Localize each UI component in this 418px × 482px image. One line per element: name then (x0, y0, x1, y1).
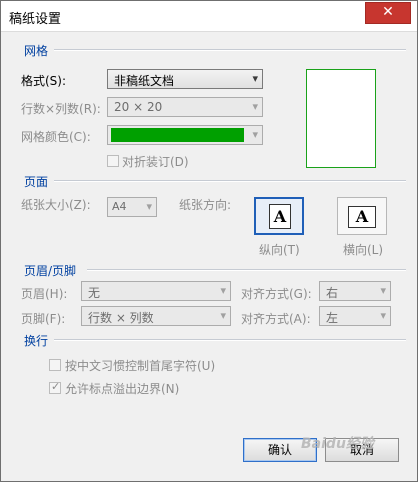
section-divider (54, 339, 406, 341)
landscape-paper-icon: A (348, 206, 376, 228)
header-align-value: 右 (326, 286, 339, 300)
header-value: 无 (88, 286, 101, 300)
format-label: 格式(S): (21, 74, 67, 88)
header-align-label: 对齐方式(G): (241, 287, 312, 301)
landscape-label: 横向(L) (343, 243, 384, 257)
section-line-break-title: 换行 (24, 334, 49, 348)
page-setup-dialog: 稿纸设置 ✕ 网格 格式(S): 非稿纸文档 ▾ 行数×列数(R): 20 × … (0, 0, 418, 482)
chevron-down-icon: ▾ (146, 200, 152, 213)
orientation-label: 纸张方向: (179, 198, 232, 212)
close-icon: ✕ (382, 4, 394, 20)
punctuation-overflow-label: 允许标点溢出边界(N) (65, 382, 180, 396)
portrait-label: 纵向(T) (259, 243, 300, 257)
footer-align-value: 左 (326, 311, 339, 325)
header-label: 页眉(H): (21, 287, 68, 301)
rows-cols-select[interactable]: 20 × 20 ▾ (107, 97, 263, 117)
grid-color-swatch (111, 128, 244, 142)
chevron-down-icon: ▾ (380, 284, 386, 297)
paper-size-label: 纸张大小(Z): (21, 198, 91, 212)
rows-cols-value: 20 × 20 (114, 100, 163, 114)
section-header-footer-title: 页眉/页脚 (24, 264, 77, 278)
footer-align-select[interactable]: 左 ▾ (319, 306, 391, 326)
grid-preview (306, 69, 376, 168)
landscape-button[interactable]: A (337, 197, 387, 235)
chevron-down-icon: ▾ (220, 284, 226, 297)
chevron-down-icon: ▾ (220, 309, 226, 322)
grid-color-label: 网格颜色(C): (21, 130, 91, 144)
footer-select[interactable]: 行数 × 列数 ▾ (81, 306, 231, 326)
section-divider (87, 269, 406, 271)
chevron-down-icon: ▾ (252, 100, 258, 113)
chevron-down-icon: ▾ (380, 309, 386, 322)
footer-label: 页脚(F): (21, 312, 66, 326)
paper-size-value: A4 (112, 200, 127, 213)
title-bar: 稿纸设置 ✕ (1, 1, 417, 32)
paper-size-select[interactable]: A4 ▾ (107, 197, 157, 217)
portrait-paper-icon: A (269, 204, 291, 229)
fold-binding-checkbox[interactable] (107, 155, 119, 167)
chinese-rules-checkbox[interactable] (49, 359, 61, 371)
dialog-title: 稿纸设置 (9, 12, 62, 27)
grid-color-select[interactable]: ▾ (107, 125, 263, 145)
chevron-down-icon: ▾ (252, 72, 258, 85)
format-value: 非稿纸文档 (114, 74, 175, 88)
chevron-down-icon: ▾ (252, 128, 258, 141)
fold-binding-label: 对折装订(D) (122, 155, 189, 169)
footer-value: 行数 × 列数 (88, 311, 154, 325)
section-grid-title: 网格 (24, 44, 49, 58)
punctuation-overflow-checkbox[interactable]: ✓ (49, 380, 61, 394)
checkmark-icon: ✓ (51, 380, 61, 393)
rows-cols-label: 行数×列数(R): (21, 102, 101, 116)
watermark-logo: Baidu经验 (301, 436, 374, 452)
close-button[interactable]: ✕ (365, 2, 411, 24)
header-align-select[interactable]: 右 ▾ (319, 281, 391, 301)
footer-align-label: 对齐方式(A): (241, 312, 311, 326)
section-page-title: 页面 (24, 175, 49, 189)
section-divider (54, 49, 406, 51)
header-select[interactable]: 无 ▾ (81, 281, 231, 301)
chinese-rules-label: 按中文习惯控制首尾字符(U) (65, 359, 216, 373)
format-select[interactable]: 非稿纸文档 ▾ (107, 69, 263, 89)
portrait-button[interactable]: A (254, 197, 304, 235)
section-divider (54, 180, 406, 182)
